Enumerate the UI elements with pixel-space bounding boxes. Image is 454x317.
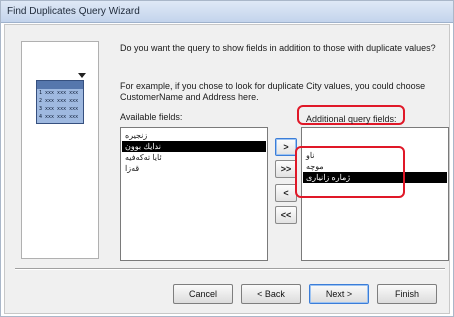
back-button[interactable]: < Back bbox=[241, 284, 301, 304]
dropdown-arrow-icon bbox=[78, 73, 86, 78]
finish-button[interactable]: Finish bbox=[377, 284, 437, 304]
wizard-illustration: 1 xxx xxx xxx 2 xxx xxx xxx 3 xxx xxx xx… bbox=[21, 41, 99, 259]
table-graphic-row: 4 xxx xxx xxx bbox=[39, 114, 79, 120]
wizard-example: For example, if you chose to look for du… bbox=[120, 81, 426, 102]
table-graphic-row: 1 xxx xxx xxx bbox=[39, 90, 79, 96]
table-graphic-row: 2 xxx xxx xxx bbox=[39, 98, 79, 104]
available-fields-label: Available fields: bbox=[120, 112, 183, 122]
table-graphic-header bbox=[37, 81, 83, 89]
highlight-box-list bbox=[295, 146, 405, 198]
window-title: Find Duplicates Query Wizard bbox=[7, 6, 140, 17]
additional-fields-label: Additional query fields: bbox=[306, 114, 397, 124]
title-bar[interactable]: Find Duplicates Query Wizard bbox=[1, 1, 453, 23]
wizard-window: Find Duplicates Query Wizard 1 xxx xxx x… bbox=[0, 0, 454, 317]
available-field-item[interactable]: زنجیرە bbox=[122, 130, 266, 141]
footer-divider bbox=[15, 268, 445, 270]
cancel-button[interactable]: Cancel bbox=[173, 284, 233, 304]
table-graphic-row: 3 xxx xxx xxx bbox=[39, 106, 79, 112]
remove-field-button[interactable]: < bbox=[275, 184, 297, 202]
add-all-fields-button[interactable]: >> bbox=[275, 160, 297, 178]
remove-all-fields-button[interactable]: << bbox=[275, 206, 297, 224]
table-graphic: 1 xxx xxx xxx 2 xxx xxx xxx 3 xxx xxx xx… bbox=[36, 80, 84, 124]
add-field-button[interactable]: > bbox=[275, 138, 297, 156]
wizard-question: Do you want the query to show fields in … bbox=[120, 43, 436, 53]
available-field-item[interactable]: قەزا bbox=[122, 163, 266, 174]
available-field-item[interactable]: ئایا تەکەفیە bbox=[122, 152, 266, 163]
wizard-body: 1 xxx xxx xxx 2 xxx xxx xxx 3 xxx xxx xx… bbox=[4, 24, 450, 314]
available-field-item-selected[interactable]: ندایك بوون bbox=[122, 141, 266, 152]
next-button[interactable]: Next > bbox=[309, 284, 369, 304]
available-fields-list[interactable]: زنجیرە ندایك بوون ئایا تەکەفیە قەزا bbox=[120, 127, 268, 261]
